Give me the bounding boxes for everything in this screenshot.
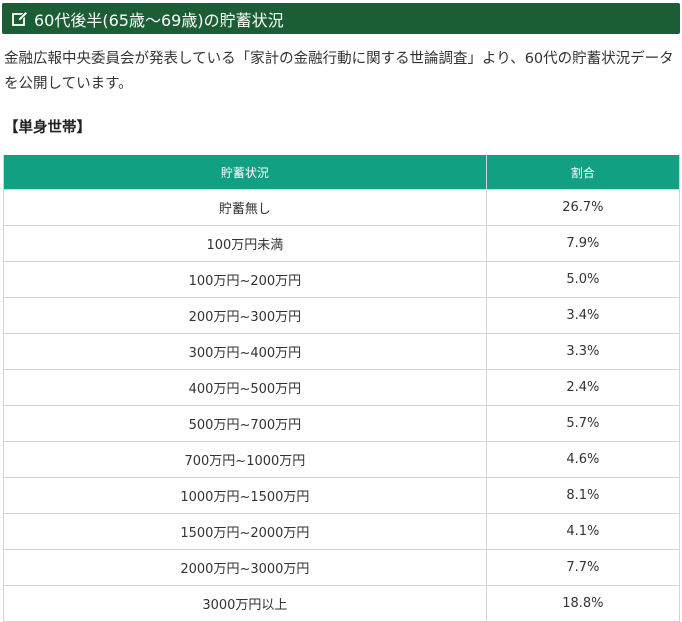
table-row: 100万円未満 7.9%	[3, 225, 681, 262]
table-row: 400万円~500万円 2.4%	[3, 369, 681, 406]
ratio-cell: 5.7%	[485, 405, 681, 442]
table-row: 100万円~200万円 5.0%	[3, 261, 681, 298]
section-heading: 60代後半(65歳～69歳)の貯蓄状況	[2, 3, 680, 34]
savings-range-cell: 300万円~400万円	[3, 333, 487, 370]
table-row: 700万円~1000万円 4.6%	[3, 441, 681, 478]
savings-range-cell: 400万円~500万円	[3, 369, 487, 406]
ratio-cell: 3.4%	[485, 297, 681, 334]
savings-range-cell: 2000万円~3000万円	[3, 549, 487, 586]
ratio-cell: 26.7%	[485, 189, 681, 226]
ratio-cell: 8.1%	[485, 477, 681, 514]
ratio-cell: 4.1%	[485, 513, 681, 550]
table-row: 2000万円~3000万円 7.7%	[3, 549, 681, 586]
table-row: 貯蓄無し 26.7%	[3, 189, 681, 226]
table-row: 300万円~400万円 3.3%	[3, 333, 681, 370]
table-row: 3000万円以上 18.8%	[3, 585, 681, 622]
savings-range-cell: 100万円~200万円	[3, 261, 487, 298]
intro-text: 金融広報中央委員会が発表している「家計の金融行動に関する世論調査」より、60代の…	[4, 51, 674, 92]
ratio-cell: 5.0%	[485, 261, 681, 298]
ratio-cell: 7.7%	[485, 549, 681, 586]
ratio-cell: 7.9%	[485, 225, 681, 262]
table-row: 200万円~300万円 3.4%	[3, 297, 681, 334]
savings-range-cell: 3000万円以上	[3, 585, 487, 622]
table-row: 500万円~700万円 5.7%	[3, 405, 681, 442]
subheading: 【単身世帯】	[4, 120, 91, 136]
header-ratio: 割合	[485, 155, 681, 190]
savings-range-cell: 100万円未満	[3, 225, 487, 262]
savings-range-cell: 1000万円~1500万円	[3, 477, 487, 514]
ratio-cell: 18.8%	[485, 585, 681, 622]
table-header-row: 貯蓄状況 割合	[3, 155, 681, 190]
edit-icon	[12, 10, 28, 27]
savings-range-cell: 1500万円~2000万円	[3, 513, 487, 550]
section-title: 60代後半(65歳～69歳)の貯蓄状況	[34, 10, 284, 30]
ratio-cell: 3.3%	[485, 333, 681, 370]
header-savings-status: 貯蓄状況	[3, 155, 487, 190]
savings-range-cell: 700万円~1000万円	[3, 441, 487, 478]
table-row: 1000万円~1500万円 8.1%	[3, 477, 681, 514]
savings-table: 貯蓄状況 割合 貯蓄無し 26.7% 100万円未満 7.9% 100万円~200万…	[3, 155, 681, 622]
savings-range-cell: 500万円~700万円	[3, 405, 487, 442]
table-row: 1500万円~2000万円 4.1%	[3, 513, 681, 550]
savings-range-cell: 貯蓄無し	[3, 189, 487, 226]
ratio-cell: 4.6%	[485, 441, 681, 478]
savings-range-cell: 200万円~300万円	[3, 297, 487, 334]
ratio-cell: 2.4%	[485, 369, 681, 406]
